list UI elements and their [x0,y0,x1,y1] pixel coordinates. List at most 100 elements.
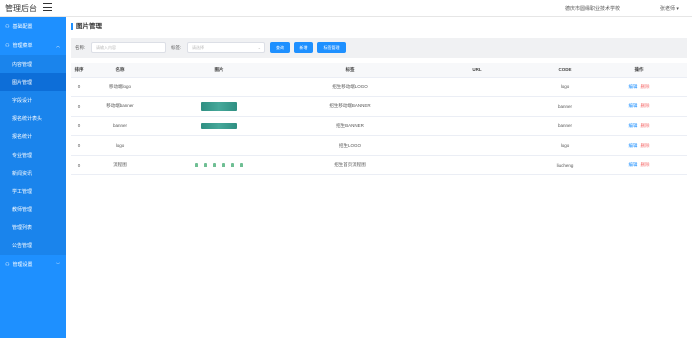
tag-label: 标签: [171,45,182,50]
col-sort: 排序 [71,63,87,78]
sidebar-group-label: 管理菜单 [12,43,33,49]
person-icon: ⚇ [5,42,10,49]
sidebar-item-fields[interactable]: 字段设计 [0,91,66,110]
query-button[interactable]: 查询 [270,42,290,53]
edit-link[interactable]: 编辑 [629,84,638,89]
sidebar-group-label: 基础配置 [12,24,33,30]
cell-actions: 编辑 删除 [591,135,687,156]
cell-tag: 招生BANNER [285,116,415,137]
cell-url [415,77,539,98]
cell-image [153,135,285,156]
col-image: 图片 [153,63,285,78]
app-title: 管理后台 [5,4,37,13]
delete-link[interactable]: 删除 [641,162,650,167]
edit-link[interactable]: 编辑 [629,162,638,167]
col-tag: 标签 [285,63,415,78]
main-content: 图片管理 名称: 请输入内容 标签: 请选择 ⌄ 查询 新增 标签管理 排序 名… [66,17,692,338]
name-label: 名称: [75,45,86,50]
table-row: 0 移动端logo 招生移动端LOGO logo 编辑 删除 [71,77,687,98]
table-row: 0 banner 招生BANNER banner 编辑 删除 [71,116,687,137]
cell-name: 移动端banner [87,96,153,117]
delete-link[interactable]: 删除 [641,143,650,148]
table-row: 0 移动端banner 招生移动端BANNER banner 编辑 删除 [71,96,687,117]
table-row: 0 logo 招生LOGO logo 编辑 删除 [71,135,687,156]
cell-name: banner [87,116,153,137]
banner-thumbnail [201,122,237,129]
cell-actions: 编辑 删除 [591,77,687,98]
name-search-input[interactable]: 请输入内容 [91,42,166,53]
cell-code: logo [539,135,591,156]
top-bar: 管理后台 德庆市圆缘职业技术学校 张老师 ▾ [0,0,692,17]
delete-link[interactable]: 删除 [641,103,650,108]
cell-image [153,155,285,176]
cell-tag: 招生LOGO [285,135,415,156]
person-icon: ⚇ [5,261,10,268]
cell-code: banner [539,116,591,137]
sidebar-group-basic-config[interactable]: ⚇ 基础配置 [0,17,66,36]
sidebar-group-admin-menu[interactable]: ⚇ 管理菜单 ︿ [0,36,66,55]
cell-sort: 0 [71,155,87,176]
cell-tag: 招生首页流程图 [285,155,415,176]
sidebar-item-admin-list[interactable]: 管理列表 [0,218,66,237]
cell-name: 移动端logo [87,77,153,98]
cell-url [415,135,539,156]
sidebar-group-admin-settings[interactable]: ⚇ 管理设置 ﹀ [0,255,66,274]
sidebar: ⚇ 基础配置 ⚇ 管理菜单 ︿ 内容管理 图片管理 字段设计 报名统计表头 报名… [0,17,66,338]
cell-sort: 0 [71,77,87,98]
sidebar-item-enroll-stats[interactable]: 报名统计 [0,127,66,146]
cell-code: liucheng [539,155,591,176]
banner-thumbnail [201,101,237,111]
tag-manage-button[interactable]: 标签管理 [317,42,346,53]
sidebar-item-enroll-header[interactable]: 报名统计表头 [0,109,66,128]
cell-image [153,77,285,98]
cell-sort: 0 [71,135,87,156]
sidebar-item-teachers[interactable]: 教师管理 [0,200,66,219]
add-button[interactable]: 新增 [294,42,313,53]
image-table: 排序 名称 图片 标签 URL CODE 操作 0 移动端logo 招生移动端L… [71,63,687,176]
cell-actions: 编辑 删除 [591,96,687,117]
edit-link[interactable]: 编辑 [629,123,638,128]
flowchart-thumbnail [195,163,243,168]
user-menu[interactable]: 张老师 ▾ [660,5,679,12]
delete-link[interactable]: 删除 [641,84,650,89]
cell-tag: 招生移动端LOGO [285,77,415,98]
sidebar-item-student-affairs[interactable]: 学工管理 [0,182,66,201]
delete-link[interactable]: 删除 [641,123,650,128]
page-title: 图片管理 [71,23,102,30]
col-actions: 操作 [591,63,687,78]
hamburger-icon[interactable] [43,3,52,11]
sidebar-item-images[interactable]: 图片管理 [0,73,66,92]
col-name: 名称 [87,63,153,78]
chevron-down-icon: ⌄ [257,45,261,50]
sidebar-group-label: 管理设置 [12,262,33,269]
cell-sort: 0 [71,96,87,117]
cell-image [153,96,285,117]
cell-image [153,116,285,137]
cell-code: banner [539,96,591,117]
col-code: CODE [539,63,591,78]
tag-select-placeholder: 请选择 [192,45,204,50]
chevron-down-icon: ﹀ [56,262,60,268]
col-url: URL [415,63,539,78]
edit-link[interactable]: 编辑 [629,143,638,148]
cell-tag: 招生移动端BANNER [285,96,415,117]
cell-name: logo [87,135,153,156]
filter-bar: 名称: 请输入内容 标签: 请选择 ⌄ 查询 新增 标签管理 [71,38,687,58]
tag-select[interactable]: 请选择 ⌄ [187,42,265,53]
person-icon: ⚇ [5,23,10,30]
table-header-row: 排序 名称 图片 标签 URL CODE 操作 [71,63,687,78]
cell-url [415,116,539,137]
cell-sort: 0 [71,116,87,137]
sidebar-item-news[interactable]: 新闻资讯 [0,164,66,183]
table-row: 0 流程图 招生首页流程图 liucheng 编辑 删除 [71,155,687,176]
sidebar-item-notices[interactable]: 公告管理 [0,236,66,256]
sidebar-item-content[interactable]: 内容管理 [0,55,66,74]
school-name: 德庆市圆缘职业技术学校 [565,6,621,12]
edit-link[interactable]: 编辑 [629,103,638,108]
sidebar-item-majors[interactable]: 专业管理 [0,145,66,165]
cell-actions: 编辑 删除 [591,116,687,137]
cell-name: 流程图 [87,155,153,176]
cell-url [415,96,539,117]
cell-url [415,155,539,176]
chevron-up-icon: ︿ [56,43,60,48]
